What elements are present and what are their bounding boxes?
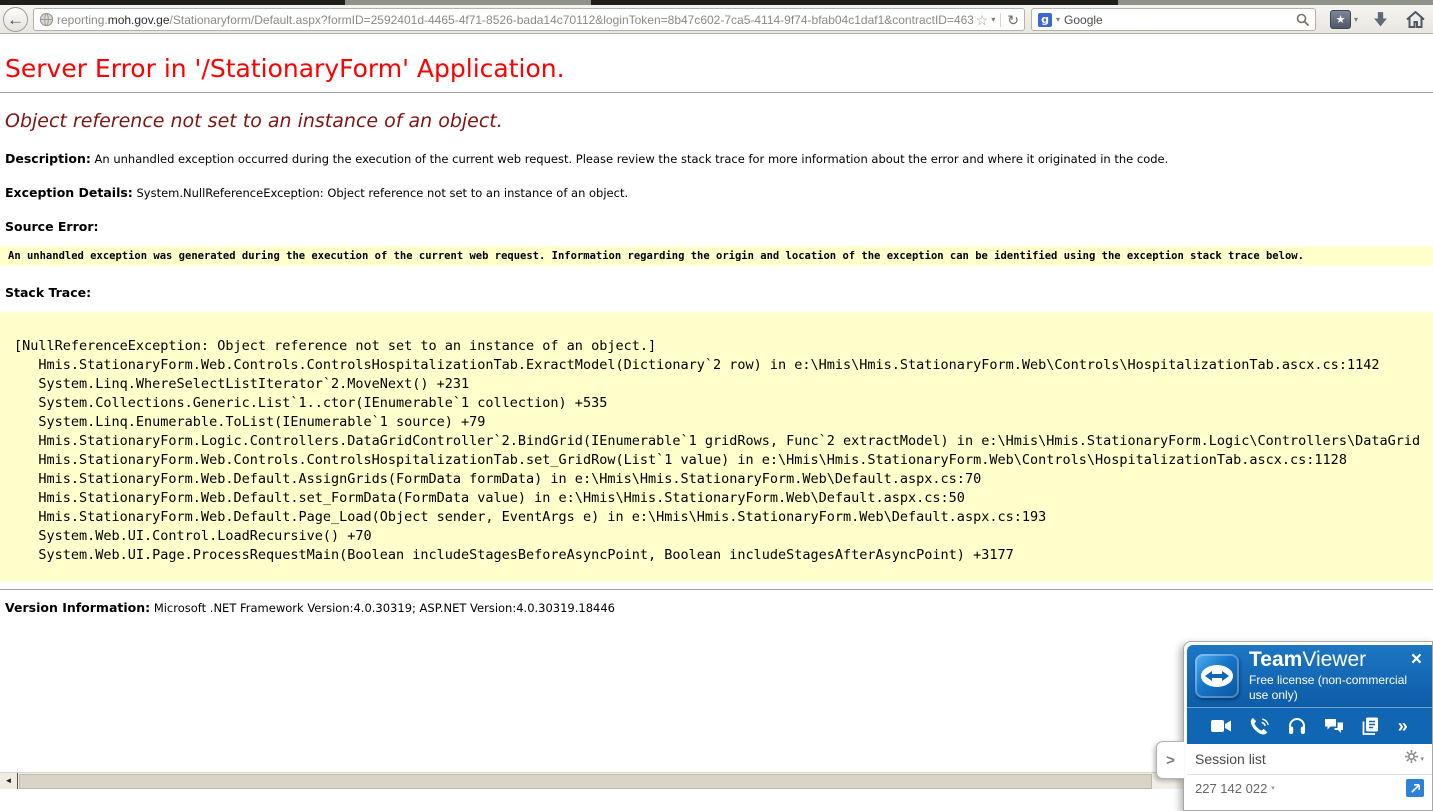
url-path: /Stationaryform/Default.aspx?formID=2592… <box>170 13 973 27</box>
headset-audio-button[interactable] <box>1288 717 1306 735</box>
version-info-row: Version Information: Microsoft .NET Fram… <box>5 600 1428 615</box>
search-box[interactable]: g ▾ Google <box>1031 8 1316 31</box>
brand-rest: Viewer <box>1302 648 1366 671</box>
stack-trace-label: Stack Trace: <box>5 285 91 300</box>
source-error-label: Source Error: <box>5 219 99 234</box>
session-settings-button[interactable]: ▾ <box>1405 750 1424 768</box>
session-notes-button[interactable] <box>1362 717 1379 735</box>
gear-icon <box>1405 750 1418 768</box>
bookmark-star-icon[interactable]: ☆ <box>976 13 989 27</box>
globe-icon <box>39 12 54 27</box>
gear-caret-icon: ▾ <box>1420 756 1424 763</box>
search-engine-label: Google <box>1064 13 1292 27</box>
url-dropdown-caret-icon[interactable]: ▾ <box>991 16 995 24</box>
close-icon: × <box>1411 649 1422 670</box>
version-info-label: Version Information: <box>5 600 150 615</box>
scroll-left-button[interactable]: ◄ <box>0 773 18 789</box>
scrollbar-thumb[interactable] <box>19 774 1152 789</box>
exception-details-row: Exception Details: System.NullReferenceE… <box>5 185 1428 200</box>
session-list-row: Session list ▾ <box>1187 744 1432 775</box>
chat-button[interactable] <box>1324 718 1344 734</box>
teamviewer-header: TeamViewer Free license (non-commercial … <box>1187 645 1432 707</box>
teamviewer-license-text: Free license (non-commercial use only) <box>1249 673 1411 703</box>
browser-toolbar: ← reporting.moh.gov.ge/Stationaryform/De… <box>0 5 1433 34</box>
partner-id[interactable]: 227 142 022 <box>1195 781 1267 796</box>
url-subdomain: reporting. <box>57 13 108 27</box>
teamviewer-brand: TeamViewer <box>1249 649 1411 670</box>
stack-trace-box: [NullReferenceException: Object referenc… <box>0 312 1433 581</box>
exception-details-label: Exception Details: <box>5 185 133 200</box>
connect-button[interactable] <box>1406 779 1424 797</box>
error-page-title: Server Error in '/StationaryForm' Applic… <box>5 54 1428 83</box>
divider <box>0 589 1433 590</box>
teamviewer-panel-inner: TeamViewer Free license (non-commercial … <box>1187 645 1432 810</box>
chevron-right-icon: > <box>1166 752 1175 769</box>
teamviewer-toolbar: » <box>1187 707 1432 744</box>
bookmarks-caret-icon: ▾ <box>1354 16 1358 24</box>
source-error-row: Source Error: <box>5 219 1428 234</box>
url-bar[interactable]: reporting.moh.gov.ge/Stationaryform/Defa… <box>33 8 1025 31</box>
back-button[interactable]: ← <box>3 7 28 32</box>
teamviewer-logo-arrows <box>1201 665 1233 687</box>
home-icon <box>1406 11 1425 33</box>
description-row: Description: An unhandled exception occu… <box>5 151 1428 166</box>
stack-trace-text: [NullReferenceException: Object referenc… <box>14 318 1419 565</box>
exception-details-text: System.NullReferenceException: Object re… <box>136 186 628 200</box>
session-list-label: Session list <box>1195 751 1405 767</box>
download-button[interactable] <box>1372 11 1389 33</box>
source-error-box: An unhandled exception was generated dur… <box>0 246 1433 266</box>
bookmarks-button[interactable]: ★ ▾ <box>1330 10 1358 29</box>
search-icon[interactable] <box>1296 13 1309 26</box>
close-button[interactable]: × <box>1411 650 1422 669</box>
google-favicon: g <box>1038 13 1052 27</box>
divider <box>0 92 1433 93</box>
more-tools-button[interactable]: » <box>1398 717 1408 735</box>
home-button[interactable] <box>1406 11 1425 33</box>
url-text: reporting.moh.gov.ge/Stationaryform/Defa… <box>57 13 973 27</box>
teamviewer-panel: TeamViewer Free license (non-commercial … <box>1183 641 1433 811</box>
error-page-subtitle: Object reference not set to an instance … <box>5 110 1428 132</box>
phone-call-button[interactable] <box>1250 717 1270 735</box>
url-domain: moh.gov.ge <box>108 13 170 27</box>
teamviewer-expander-tab[interactable]: > <box>1156 741 1184 779</box>
stack-trace-row: Stack Trace: <box>5 285 1428 300</box>
teamviewer-body: Session list ▾ 227 142 022 ▾ <box>1187 744 1432 810</box>
bookmarks-star-icon: ★ <box>1330 10 1351 29</box>
description-label: Description: <box>5 151 91 166</box>
description-text: An unhandled exception occurred during t… <box>95 152 1169 166</box>
reload-icon[interactable]: ↻ <box>1000 13 1019 27</box>
brand-bold: Team <box>1249 648 1302 671</box>
back-arrow-icon: ← <box>7 10 24 29</box>
partner-id-row: 227 142 022 ▾ <box>1187 775 1432 801</box>
search-engine-caret-icon[interactable]: ▾ <box>1056 16 1060 24</box>
teamviewer-titles: TeamViewer Free license (non-commercial … <box>1249 649 1411 703</box>
partner-id-caret-icon[interactable]: ▾ <box>1271 784 1275 792</box>
version-info-text: Microsoft .NET Framework Version:4.0.303… <box>154 601 615 615</box>
download-icon <box>1372 11 1389 33</box>
teamviewer-logo-icon <box>1195 654 1239 698</box>
video-call-button[interactable] <box>1211 719 1231 733</box>
